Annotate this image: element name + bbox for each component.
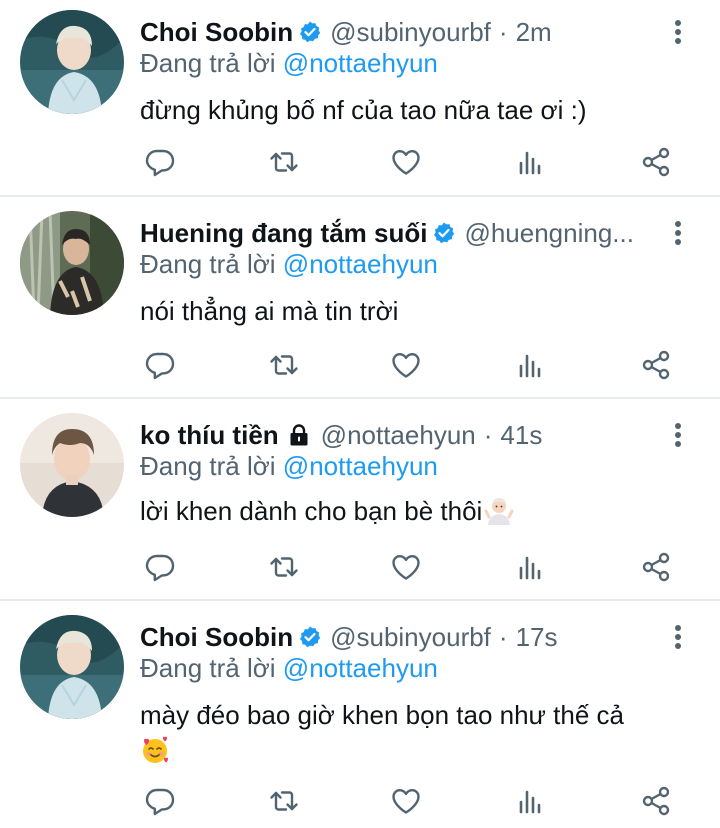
- timestamp[interactable]: 17s: [516, 622, 558, 653]
- display-name[interactable]: Huening đang tắm suối: [140, 218, 427, 249]
- separator-dot: ·: [498, 16, 508, 47]
- lock-icon: [287, 423, 311, 447]
- username-handle[interactable]: @nottaehyun: [321, 420, 476, 451]
- retweet-icon[interactable]: [264, 547, 304, 587]
- tweet[interactable]: Huening đang tắm suối @huengning... Đang…: [0, 197, 720, 397]
- tweet-header: Huening đang tắm suối @huengning...: [140, 213, 660, 253]
- tweet-text: nói thẳng ai mà tin trời: [140, 296, 399, 326]
- more-options-icon[interactable]: [664, 415, 692, 455]
- tweet[interactable]: Choi Soobin @subinyourbf · 2m Đang trả l…: [0, 0, 720, 196]
- more-options-icon[interactable]: [664, 12, 692, 52]
- avatar[interactable]: [20, 211, 124, 315]
- avatar[interactable]: [20, 615, 124, 719]
- tweet-text: đừng khủng bố nf của tao nữa tae ơi :): [140, 95, 587, 125]
- like-icon[interactable]: [386, 781, 426, 821]
- reply-prefix: Đang trả lời: [140, 451, 276, 481]
- smiling-face-with-hearts-emoji-icon: [140, 735, 170, 765]
- share-icon[interactable]: [636, 547, 676, 587]
- views-icon[interactable]: [510, 345, 550, 385]
- retweet-icon[interactable]: [264, 781, 304, 821]
- like-icon[interactable]: [386, 345, 426, 385]
- username-handle[interactable]: @huengning...: [464, 218, 660, 249]
- more-options-icon[interactable]: [664, 617, 692, 657]
- tweet-text: mày đéo bao giờ khen bọn tao như thế cả: [140, 697, 700, 769]
- timestamp[interactable]: 2m: [516, 17, 552, 48]
- reply-context: Đang trả lời @nottaehyun: [140, 249, 438, 285]
- tweet-text: lời khen dành cho bạn bè thôi: [140, 493, 700, 529]
- more-options-icon[interactable]: [664, 213, 692, 253]
- tweet-header: Choi Soobin @subinyourbf · 2m: [140, 12, 660, 52]
- reply-prefix: Đang trả lời: [140, 48, 276, 78]
- reply-context: Đang trả lời @nottaehyun: [140, 653, 438, 689]
- share-icon[interactable]: [636, 345, 676, 385]
- reply-icon[interactable]: [140, 345, 180, 385]
- reply-icon[interactable]: [140, 547, 180, 587]
- like-icon[interactable]: [386, 547, 426, 587]
- avatar[interactable]: [20, 413, 124, 517]
- timestamp[interactable]: 41s: [500, 420, 542, 451]
- share-icon[interactable]: [636, 781, 676, 821]
- reply-icon[interactable]: [140, 781, 180, 821]
- action-bar: [140, 345, 700, 385]
- action-bar: [140, 142, 700, 182]
- tweet-header: ko thíu tiền @nottaehyun · 41s: [140, 415, 660, 455]
- reply-prefix: Đang trả lời: [140, 653, 276, 683]
- retweet-icon[interactable]: [264, 142, 304, 182]
- reply-context: Đang trả lời @nottaehyun: [140, 451, 438, 487]
- views-icon[interactable]: [510, 547, 550, 587]
- avatar[interactable]: [20, 10, 124, 114]
- display-name[interactable]: ko thíu tiền: [140, 420, 279, 451]
- username-handle[interactable]: @subinyourbf: [330, 622, 491, 653]
- verified-badge-icon: [298, 625, 322, 649]
- separator-dot: ·: [483, 419, 493, 450]
- reply-mention-link[interactable]: @nottaehyun: [283, 451, 438, 481]
- tweet-text-content: lời khen dành cho bạn bè thôi: [140, 496, 483, 526]
- action-bar: [140, 781, 700, 821]
- views-icon[interactable]: [510, 142, 550, 182]
- display-name[interactable]: Choi Soobin: [140, 622, 293, 653]
- person-shrugging-emoji-icon: [484, 495, 514, 525]
- reply-context: Đang trả lời @nottaehyun: [140, 48, 438, 84]
- tweet[interactable]: ko thíu tiền @nottaehyun · 41s Đang trả …: [0, 399, 720, 599]
- display-name[interactable]: Choi Soobin: [140, 17, 293, 48]
- share-icon[interactable]: [636, 142, 676, 182]
- tweet-header: Choi Soobin @subinyourbf · 17s: [140, 617, 660, 657]
- reply-mention-link[interactable]: @nottaehyun: [283, 48, 438, 78]
- reply-prefix: Đang trả lời: [140, 249, 276, 279]
- tweet-text-content: mày đéo bao giờ khen bọn tao như thế cả: [140, 700, 625, 730]
- like-icon[interactable]: [386, 142, 426, 182]
- separator-dot: ·: [498, 621, 508, 652]
- retweet-icon[interactable]: [264, 345, 304, 385]
- views-icon[interactable]: [510, 781, 550, 821]
- reply-mention-link[interactable]: @nottaehyun: [283, 653, 438, 683]
- action-bar: [140, 547, 700, 587]
- verified-badge-icon: [298, 20, 322, 44]
- reply-mention-link[interactable]: @nottaehyun: [283, 249, 438, 279]
- tweet[interactable]: Choi Soobin @subinyourbf · 17s Đang trả …: [0, 601, 720, 828]
- verified-badge-icon: [432, 221, 456, 245]
- username-handle[interactable]: @subinyourbf: [330, 17, 491, 48]
- reply-icon[interactable]: [140, 142, 180, 182]
